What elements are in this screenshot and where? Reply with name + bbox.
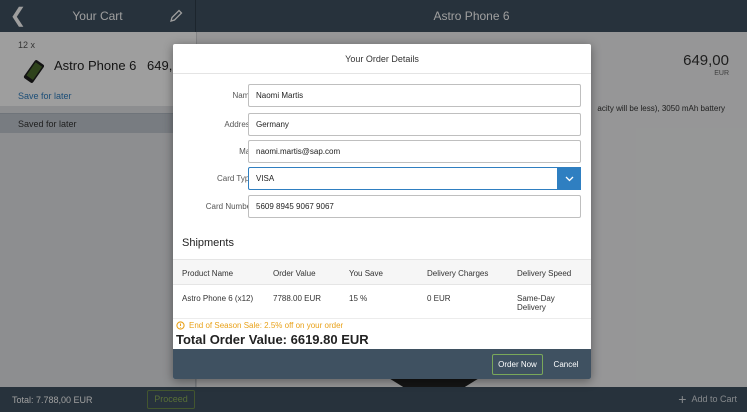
card-type-row: Card Type: VISA (173, 167, 591, 191)
mail-field[interactable]: naomi.martis@sap.com (248, 140, 581, 163)
sale-text: End of Season Sale: 2.5% off on your ord… (189, 321, 344, 330)
mail-row: Mail: naomi.martis@sap.com (173, 140, 591, 164)
dialog-title: Your Order Details (173, 44, 591, 74)
column-header: Product Name (182, 269, 234, 278)
table-header: Product Name Order Value You Save Delive… (173, 259, 591, 285)
sale-info-icon (176, 321, 185, 330)
sale-message: End of Season Sale: 2.5% off on your ord… (176, 321, 343, 330)
card-type-value: VISA (256, 174, 275, 183)
column-header: Delivery Charges (427, 269, 489, 278)
cancel-button[interactable]: Cancel (547, 354, 585, 375)
column-header: You Save (349, 269, 383, 278)
column-header: Delivery Speed (517, 269, 572, 278)
table-cell: 7788.00 EUR (273, 294, 322, 303)
address-row: Address: Germany (173, 113, 591, 137)
table-cell: 0 EUR (427, 294, 451, 303)
address-field[interactable]: Germany (248, 113, 581, 136)
card-number-row: Card Number: 5609 8945 9067 9067 (173, 195, 591, 219)
dropdown-arrow-icon[interactable] (557, 167, 581, 190)
card-type-select[interactable]: VISA (248, 167, 581, 190)
shipments-title: Shipments (182, 237, 234, 249)
name-row: Name: Naomi Martis (173, 84, 591, 108)
card-number-field[interactable]: 5609 8945 9067 9067 (248, 195, 581, 218)
shipments-table: Product Name Order Value You Save Delive… (173, 259, 591, 319)
table-cell: 15 % (349, 294, 368, 303)
order-now-button[interactable]: Order Now (492, 354, 543, 375)
order-details-dialog: Your Order Details Name: Naomi Martis Ad… (173, 44, 591, 379)
table-row: Astro Phone 6 (x12) 7788.00 EUR 15 % 0 E… (173, 285, 591, 319)
table-cell: Astro Phone 6 (x12) (182, 294, 254, 303)
order-total: Total Order Value: 6619.80 EUR (176, 332, 369, 347)
name-field[interactable]: Naomi Martis (248, 84, 581, 107)
table-cell: Same-Day Delivery (517, 294, 555, 312)
dialog-footer: Order Now Cancel (173, 349, 591, 379)
column-header: Order Value (273, 269, 316, 278)
